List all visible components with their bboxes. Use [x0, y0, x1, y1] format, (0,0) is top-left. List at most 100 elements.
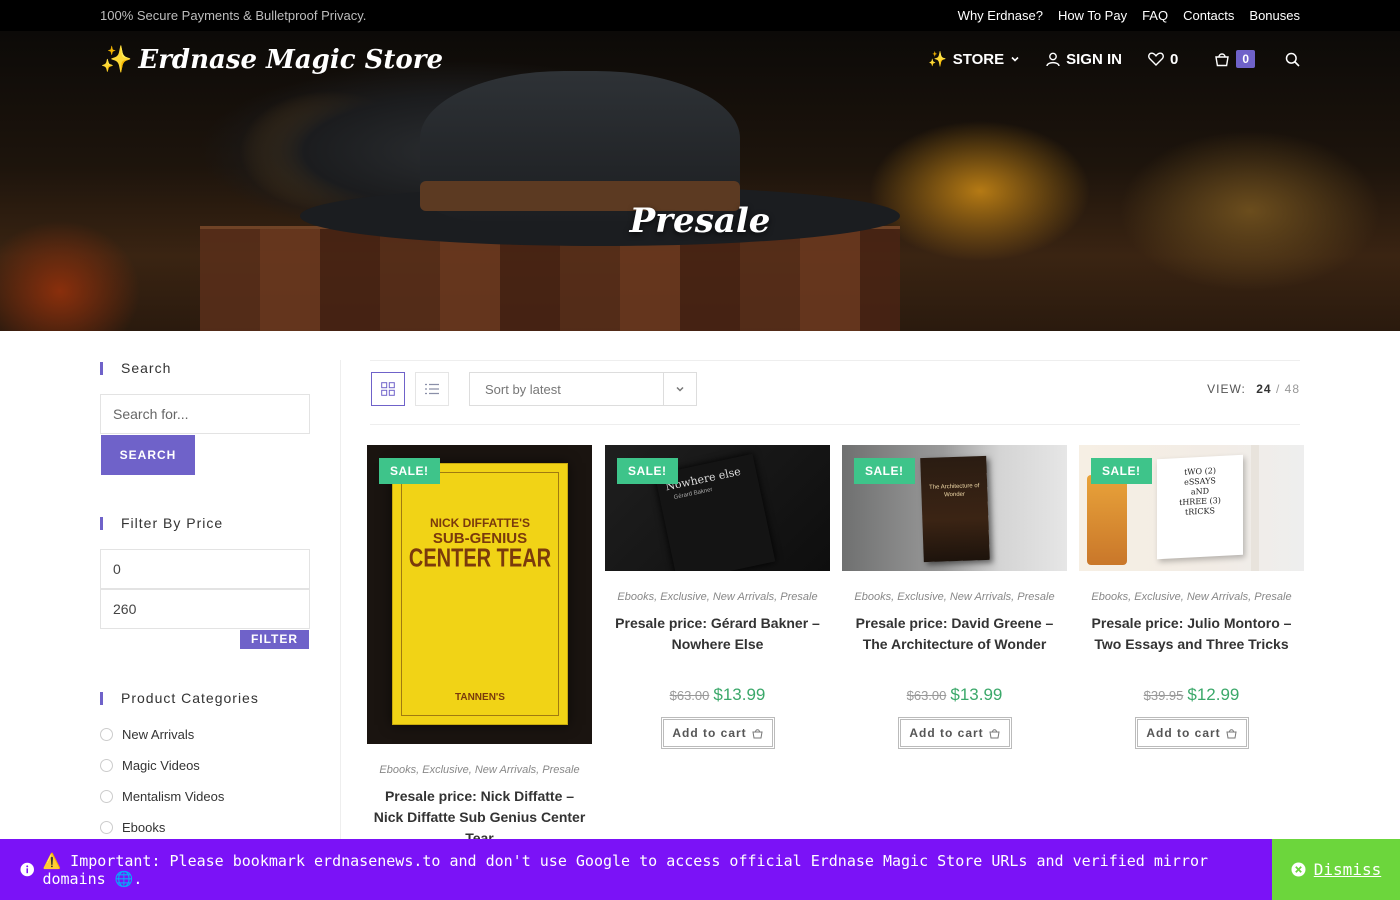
old-price: $39.95	[1143, 688, 1184, 703]
nav-search[interactable]	[1285, 52, 1300, 67]
link-how-to-pay[interactable]: How To Pay	[1058, 8, 1127, 23]
user-icon	[1046, 52, 1060, 66]
product-image[interactable]: NICK DIFFATTE'S SUB-GENIUS CENTER TEAR T…	[367, 445, 592, 744]
add-to-cart-button[interactable]: Add to cart	[660, 717, 775, 749]
list-view-button[interactable]	[415, 372, 449, 406]
sparkle-icon: ✨	[928, 51, 947, 68]
price-filter-title: Filter By Price	[100, 516, 223, 530]
product-price: $39.95 $12.99	[1079, 685, 1304, 705]
radio-icon	[100, 728, 113, 741]
wishlist-count: 0	[1169, 50, 1179, 68]
view-24-link[interactable]: 24	[1256, 382, 1271, 396]
add-to-cart-button[interactable]: Add to cart	[897, 717, 1012, 749]
hero-banner: Presale	[0, 31, 1400, 331]
product-card: NICK DIFFATTE'S SUB-GENIUS CENTER TEAR T…	[367, 445, 592, 849]
book-cover: NICK DIFFATTE'S SUB-GENIUS CENTER TEAR T…	[392, 463, 568, 725]
link-faq[interactable]: FAQ	[1142, 8, 1168, 23]
nav-sign-in[interactable]: SIGN IN	[1046, 51, 1122, 68]
grid-view-button[interactable]	[371, 372, 405, 406]
product-image[interactable]: tWO (2) eSSAYS aND tHREE (3) tRICKS SALE…	[1079, 445, 1304, 571]
product-title[interactable]: Presale price: Julio Montoro – Two Essay…	[1079, 613, 1304, 655]
product-card: tWO (2) eSSAYS aND tHREE (3) tRICKS SALE…	[1079, 445, 1304, 749]
link-why-erdnase[interactable]: Why Erdnase?	[958, 8, 1043, 23]
product-title[interactable]: Presale price: David Greene – The Archit…	[842, 613, 1067, 655]
category-magic-videos[interactable]: Magic Videos	[100, 758, 200, 773]
close-circle-icon	[1291, 862, 1306, 877]
radio-icon	[100, 821, 113, 834]
sort-select-value: Sort by latest	[485, 382, 561, 397]
cart-icon	[1226, 728, 1237, 738]
sale-price: $13.99	[713, 685, 766, 704]
sale-price: $12.99	[1187, 685, 1240, 704]
secure-payments-text: 100% Secure Payments & Bulletproof Priva…	[100, 8, 367, 23]
price-min-input[interactable]: 0	[100, 549, 310, 589]
radio-icon	[100, 790, 113, 803]
lamp-decor	[1087, 475, 1127, 565]
sale-badge: SALE!	[854, 458, 915, 484]
products-per-page: VIEW: 24 / 48	[1207, 382, 1300, 396]
logo-text: Erdnase Magic Store	[138, 45, 443, 75]
product-categories: Ebooks, Exclusive, New Arrivals, Presale	[1091, 591, 1292, 603]
sale-badge: SALE!	[379, 458, 440, 484]
cart-icon	[989, 728, 1000, 738]
nav-wishlist[interactable]: 0	[1148, 51, 1178, 68]
info-icon	[20, 862, 34, 877]
page-title: Presale	[629, 201, 771, 241]
sort-select[interactable]: Sort by latest	[469, 372, 697, 406]
product-image[interactable]: The Architecture of Wonder SALE!	[842, 445, 1067, 571]
toolbar-top-border	[370, 360, 1300, 361]
cart-icon	[752, 728, 763, 738]
sidebar-search-button[interactable]: SEARCH	[101, 435, 195, 475]
book-cover: The Architecture of Wonder	[920, 455, 990, 563]
add-to-cart-button[interactable]: Add to cart	[1134, 717, 1249, 749]
product-card: Nowhere else Gérard Bakner SALE! Ebooks,…	[605, 445, 830, 749]
old-price: $63.00	[906, 688, 947, 703]
product-categories: Ebooks, Exclusive, New Arrivals, Presale	[379, 764, 580, 776]
link-bonuses[interactable]: Bonuses	[1249, 8, 1300, 23]
search-widget-title: Search	[100, 361, 171, 375]
category-mentalism-videos[interactable]: Mentalism Videos	[100, 789, 224, 804]
top-bar: 100% Secure Payments & Bulletproof Priva…	[0, 0, 1400, 31]
old-price: $63.00	[669, 688, 710, 703]
price-max-input[interactable]: 260	[100, 589, 310, 629]
search-icon	[1285, 52, 1300, 67]
product-categories: Ebooks, Exclusive, New Arrivals, Presale	[617, 591, 818, 603]
product-categories: Ebooks, Exclusive, New Arrivals, Presale	[854, 591, 1055, 603]
sale-badge: SALE!	[617, 458, 678, 484]
link-contacts[interactable]: Contacts	[1183, 8, 1234, 23]
grid-icon	[381, 382, 395, 396]
category-new-arrivals[interactable]: New Arrivals	[100, 727, 194, 742]
product-title[interactable]: Presale price: Gérard Bakner – Nowhere E…	[605, 613, 830, 655]
top-links: Why Erdnase? How To Pay FAQ Contacts Bon…	[958, 8, 1300, 23]
filter-button[interactable]: FILTER	[240, 630, 309, 649]
nav-sign-in-label: SIGN IN	[1066, 50, 1122, 68]
sidebar-divider	[340, 360, 341, 840]
nav-cart[interactable]: 0	[1214, 50, 1255, 68]
product-image[interactable]: Nowhere else Gérard Bakner SALE!	[605, 445, 830, 571]
heart-icon	[1148, 52, 1164, 66]
main-nav: ✨ STORE SIGN IN 0 0	[928, 50, 1300, 68]
radio-icon	[100, 759, 113, 772]
view-48-link[interactable]: 48	[1285, 382, 1300, 396]
sidebar-search-input[interactable]: Search for...	[100, 394, 310, 434]
sale-badge: SALE!	[1091, 458, 1152, 484]
nav-store[interactable]: ✨ STORE	[928, 50, 1020, 68]
sparkle-icon: ✨	[100, 45, 133, 75]
product-price: $63.00 $13.99	[842, 685, 1067, 705]
notice-bar: ⚠️ Important: Please bookmark erdnasenew…	[0, 839, 1272, 900]
book-cover: tWO (2) eSSAYS aND tHREE (3) tRICKS	[1157, 454, 1243, 560]
nav-store-label: STORE	[952, 50, 1005, 68]
sale-price: $13.99	[950, 685, 1003, 704]
site-logo[interactable]: ✨ Erdnase Magic Store	[100, 45, 443, 75]
product-price: $63.00 $13.99	[605, 685, 830, 705]
dismiss-label: Dismiss	[1313, 860, 1382, 879]
dismiss-button[interactable]: Dismiss	[1272, 839, 1400, 900]
list-icon	[425, 383, 439, 395]
product-categories-title: Product Categories	[100, 691, 259, 705]
cart-count-badge: 0	[1236, 50, 1255, 68]
cart-icon	[1215, 52, 1230, 66]
category-ebooks[interactable]: Ebooks	[100, 820, 165, 835]
toolbar-bottom-border	[370, 424, 1300, 425]
product-card: The Architecture of Wonder SALE! Ebooks,…	[842, 445, 1067, 749]
notice-text: ⚠️ Important: Please bookmark erdnasenew…	[42, 851, 1209, 888]
